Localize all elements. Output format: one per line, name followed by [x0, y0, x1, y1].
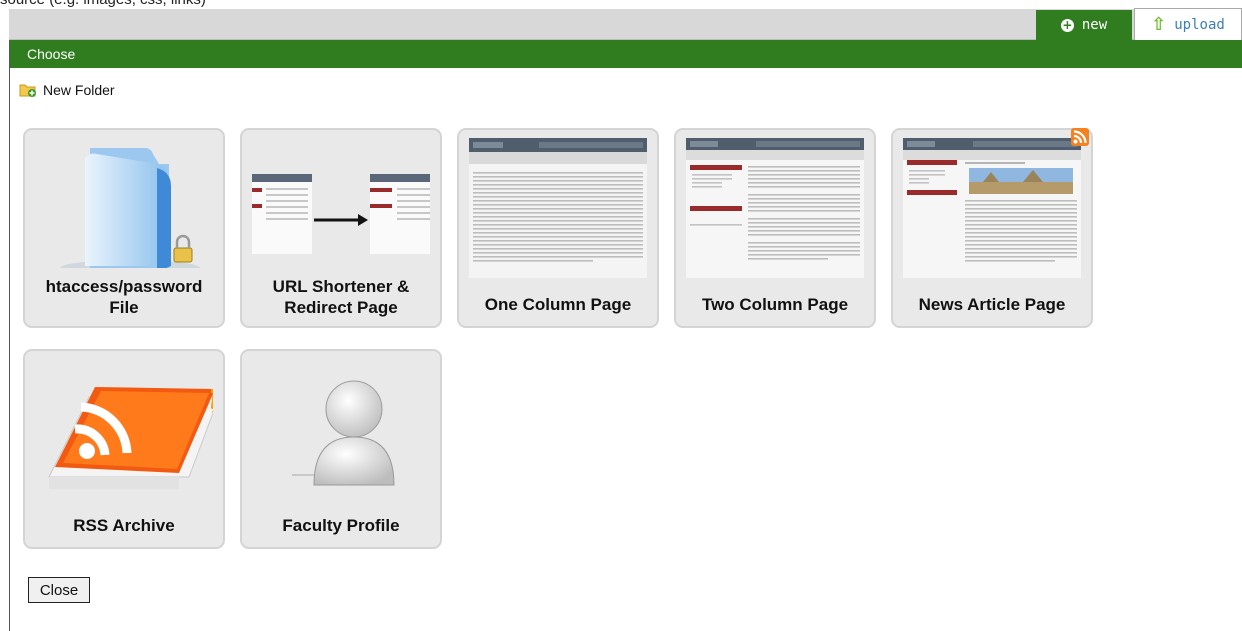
- folder-lock-icon: [35, 138, 213, 268]
- template-label: Faculty Profile: [282, 516, 400, 535]
- template-card-htaccess[interactable]: htaccess/password File: [23, 128, 225, 328]
- template-card-two-column[interactable]: Two Column Page: [674, 128, 876, 328]
- two-column-thumbnail: [686, 138, 864, 278]
- template-label: htaccess/password File: [45, 277, 203, 317]
- new-folder-label: New Folder: [43, 82, 115, 98]
- template-label: Two Column Page: [701, 295, 849, 314]
- panel-title-bar: Choose: [10, 40, 1242, 68]
- template-card-faculty-profile[interactable]: Faculty Profile: [240, 349, 442, 549]
- tab-new-label: new: [1081, 17, 1108, 33]
- close-button[interactable]: Close: [28, 577, 90, 603]
- new-folder-link[interactable]: New Folder: [19, 82, 115, 98]
- top-caption: source (e.g. images, css, links): [0, 0, 206, 8]
- rss-badge-icon: [1071, 128, 1089, 146]
- tab-upload-label: upload: [1174, 16, 1225, 33]
- template-label: RSS Archive: [73, 516, 175, 535]
- template-card-rss-archive[interactable]: RSS Archive: [23, 349, 225, 549]
- one-column-thumbnail: [469, 138, 647, 278]
- template-label: URL Shortener & Redirect Page: [272, 277, 410, 317]
- new-folder-icon: [19, 84, 36, 97]
- redirect-icon: [252, 138, 430, 268]
- rss-book-icon: [35, 359, 213, 489]
- person-icon: [252, 359, 430, 489]
- upload-arrow-icon: ⇧: [1151, 14, 1167, 35]
- template-card-news-article[interactable]: News Article Page: [891, 128, 1093, 328]
- template-label: One Column Page: [484, 295, 632, 314]
- tab-upload[interactable]: ⇧ upload: [1134, 8, 1242, 40]
- template-label: News Article Page: [918, 295, 1066, 314]
- frame-border: [9, 40, 10, 631]
- news-article-thumbnail: [903, 138, 1081, 278]
- template-card-one-column[interactable]: One Column Page: [457, 128, 659, 328]
- panel-title: Choose: [27, 46, 76, 62]
- template-card-url-shortener[interactable]: URL Shortener & Redirect Page: [240, 128, 442, 328]
- tab-new[interactable]: + new: [1036, 10, 1132, 40]
- plus-circle-icon: +: [1060, 18, 1074, 32]
